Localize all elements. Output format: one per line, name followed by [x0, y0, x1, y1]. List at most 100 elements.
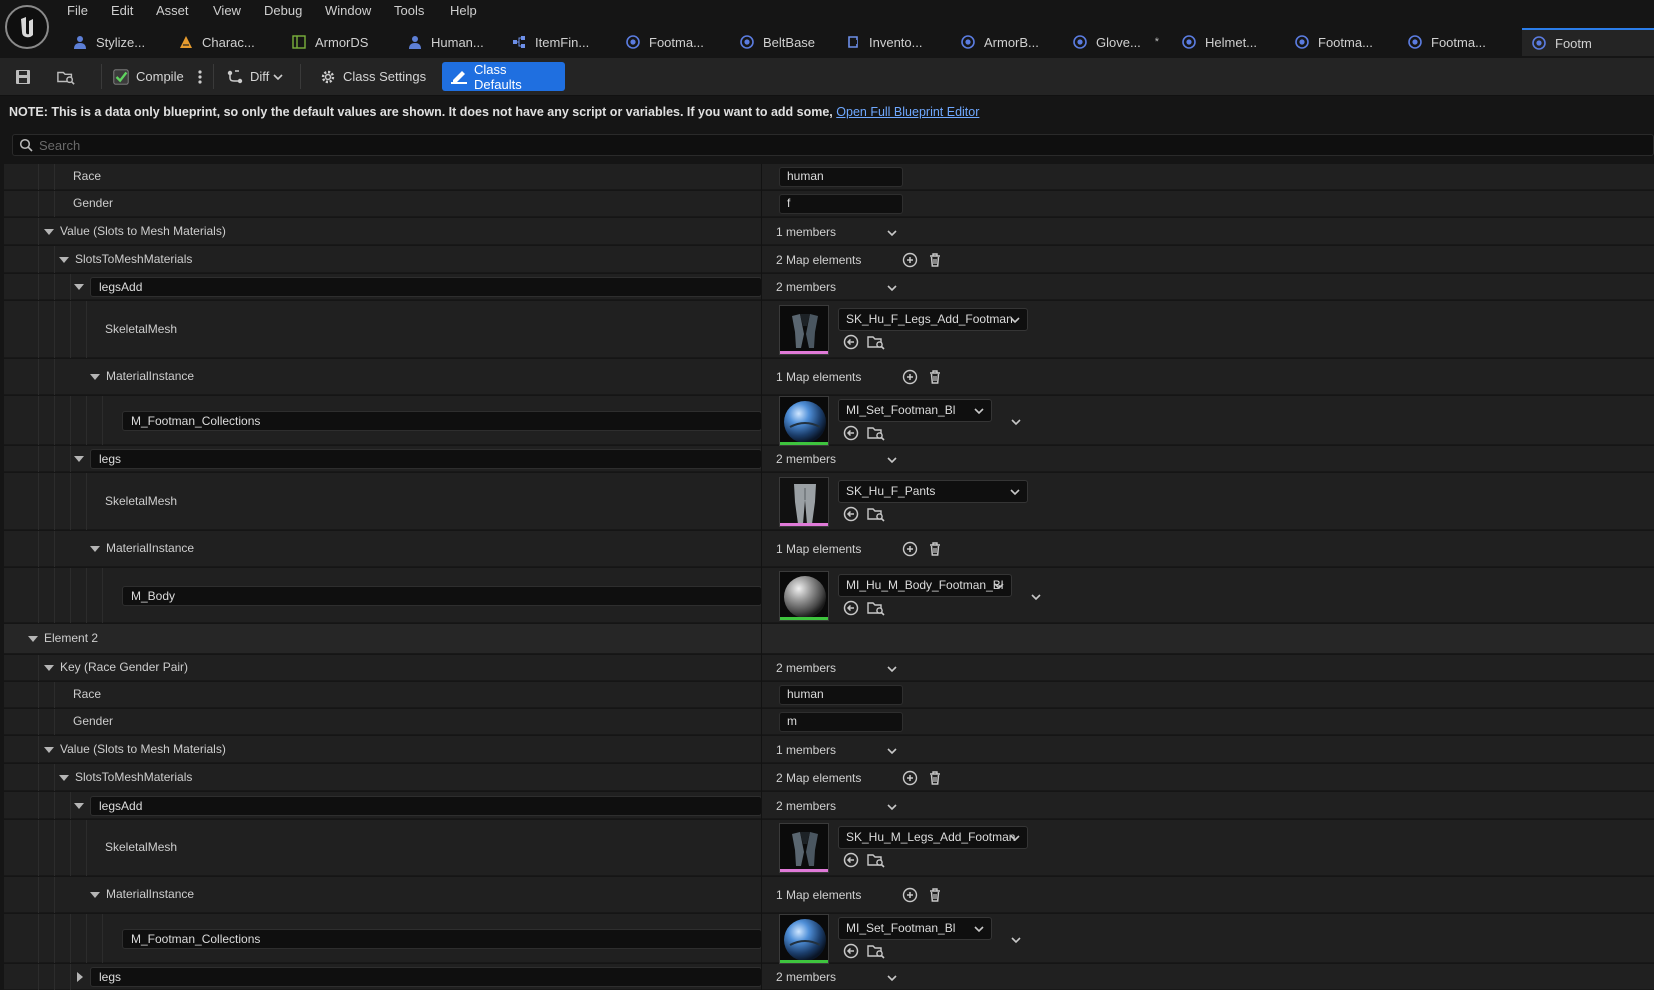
- material-instance-picker[interactable]: MI_Set_Footman_Bl: [838, 398, 992, 422]
- tab[interactable]: Invento...: [846, 28, 956, 56]
- menu-help[interactable]: Help: [450, 3, 477, 18]
- use-selected-asset-button[interactable]: [842, 505, 860, 523]
- compile-options-button[interactable]: [195, 62, 205, 91]
- browse-to-asset-button[interactable]: [867, 942, 885, 960]
- chevron-down-icon[interactable]: [885, 800, 899, 814]
- tab[interactable]: Footma...: [1295, 28, 1403, 56]
- save-button[interactable]: [14, 62, 38, 91]
- map-key-input[interactable]: M_Footman_Collections: [122, 928, 762, 949]
- clear-elements-button[interactable]: [926, 251, 944, 269]
- collapse-arrow-icon[interactable]: [28, 636, 38, 642]
- map-key-input[interactable]: legs: [90, 967, 762, 987]
- map-key-input[interactable]: legsAdd: [90, 277, 762, 297]
- add-element-button[interactable]: [901, 886, 919, 904]
- tab[interactable]: Footma...: [626, 28, 734, 56]
- column-splitter[interactable]: [761, 164, 762, 990]
- chevron-down-icon[interactable]: [885, 453, 899, 467]
- gender-field[interactable]: f: [779, 194, 903, 214]
- collapse-arrow-icon[interactable]: [44, 665, 54, 671]
- chevron-down-icon[interactable]: [885, 662, 899, 676]
- asset-thumbnail[interactable]: [779, 913, 829, 964]
- menu-file[interactable]: File: [67, 3, 88, 18]
- chevron-down-icon[interactable]: [1009, 933, 1023, 947]
- tab-active[interactable]: Footm: [1522, 28, 1654, 56]
- asset-thumbnail[interactable]: [779, 395, 829, 446]
- skeletal-mesh-picker[interactable]: SK_Hu_F_Pants: [838, 479, 1028, 503]
- diff-button[interactable]: Diff: [226, 62, 284, 91]
- menu-edit[interactable]: Edit: [111, 3, 133, 18]
- class-settings-button[interactable]: Class Settings: [319, 62, 426, 91]
- clear-elements-button[interactable]: [926, 540, 944, 558]
- collapse-arrow-icon[interactable]: [59, 774, 69, 781]
- collapse-arrow-icon[interactable]: [44, 228, 54, 235]
- open-full-editor-link[interactable]: Open Full Blueprint Editor: [836, 105, 979, 119]
- add-element-button[interactable]: [901, 251, 919, 269]
- asset-thumbnail[interactable]: [779, 304, 829, 355]
- map-key-input[interactable]: M_Footman_Collections: [122, 410, 762, 431]
- asset-thumbnail[interactable]: [779, 823, 829, 873]
- chevron-down-icon[interactable]: [885, 281, 899, 295]
- tab[interactable]: BeltBase: [740, 28, 840, 56]
- collapse-arrow-icon[interactable]: [90, 546, 100, 552]
- clear-elements-button[interactable]: [926, 886, 944, 904]
- collapse-arrow-icon[interactable]: [74, 802, 84, 809]
- tab[interactable]: Charac...: [179, 28, 287, 56]
- menu-window[interactable]: Window: [325, 3, 371, 18]
- skeletal-mesh-picker[interactable]: SK_Hu_F_Legs_Add_Footman: [838, 307, 1028, 331]
- collapse-arrow-icon[interactable]: [90, 892, 100, 898]
- browse-to-asset-button[interactable]: [867, 851, 885, 869]
- gender-field[interactable]: m: [779, 712, 903, 732]
- chevron-down-icon[interactable]: [885, 744, 899, 758]
- skeletal-mesh-picker[interactable]: SK_Hu_M_Legs_Add_Footman: [838, 826, 1028, 849]
- race-field[interactable]: human: [779, 685, 903, 705]
- tab[interactable]: ArmorB...: [961, 28, 1069, 56]
- browse-to-asset-button[interactable]: [867, 505, 885, 523]
- clear-elements-button[interactable]: [926, 769, 944, 787]
- browse-to-asset-button[interactable]: [867, 599, 885, 617]
- clear-elements-button[interactable]: [926, 368, 944, 386]
- add-element-button[interactable]: [901, 540, 919, 558]
- menu-asset[interactable]: Asset: [156, 3, 189, 18]
- material-instance-picker[interactable]: MI_Hu_M_Body_Footman_Bl: [838, 573, 1012, 597]
- search-input[interactable]: [39, 135, 1639, 155]
- tab[interactable]: ItemFin...: [512, 28, 620, 56]
- browse-asset-button[interactable]: [57, 62, 83, 91]
- map-key-input[interactable]: legs: [90, 449, 762, 469]
- tab[interactable]: Helmet...: [1182, 28, 1290, 56]
- asset-thumbnail[interactable]: [779, 570, 829, 621]
- class-defaults-button[interactable]: Class Defaults: [442, 62, 565, 92]
- expand-arrow-icon[interactable]: [77, 972, 83, 982]
- chevron-down-icon[interactable]: [885, 226, 899, 240]
- use-selected-asset-button[interactable]: [842, 424, 860, 442]
- race-field[interactable]: human: [779, 167, 903, 187]
- tab[interactable]: ArmorDS: [292, 28, 402, 56]
- tab[interactable]: Human...: [408, 28, 506, 56]
- chevron-down-icon[interactable]: [885, 971, 899, 985]
- use-selected-asset-button[interactable]: [842, 851, 860, 869]
- tab[interactable]: Stylize...: [73, 28, 173, 56]
- unreal-logo-icon[interactable]: [5, 5, 49, 49]
- browse-to-asset-button[interactable]: [867, 424, 885, 442]
- chevron-down-icon[interactable]: [1029, 590, 1043, 604]
- tab[interactable]: Glove... *: [1073, 28, 1177, 56]
- collapse-arrow-icon[interactable]: [74, 456, 84, 462]
- chevron-down-icon[interactable]: [1009, 415, 1023, 429]
- use-selected-asset-button[interactable]: [842, 599, 860, 617]
- menu-debug[interactable]: Debug: [264, 3, 302, 18]
- add-element-button[interactable]: [901, 769, 919, 787]
- collapse-arrow-icon[interactable]: [44, 746, 54, 753]
- menu-view[interactable]: View: [213, 3, 241, 18]
- collapse-arrow-icon[interactable]: [59, 256, 69, 263]
- map-key-input[interactable]: legsAdd: [90, 795, 762, 816]
- map-key-input[interactable]: M_Body: [122, 585, 762, 606]
- asset-thumbnail[interactable]: [779, 476, 829, 527]
- use-selected-asset-button[interactable]: [842, 942, 860, 960]
- menu-tools[interactable]: Tools: [394, 3, 424, 18]
- collapse-arrow-icon[interactable]: [90, 374, 100, 380]
- compile-button[interactable]: Compile: [112, 62, 184, 91]
- collapse-arrow-icon[interactable]: [74, 284, 84, 290]
- material-instance-picker[interactable]: MI_Set_Footman_Bl: [838, 916, 992, 940]
- use-selected-asset-button[interactable]: [842, 333, 860, 351]
- tab[interactable]: Footma...: [1408, 28, 1516, 56]
- browse-to-asset-button[interactable]: [867, 333, 885, 351]
